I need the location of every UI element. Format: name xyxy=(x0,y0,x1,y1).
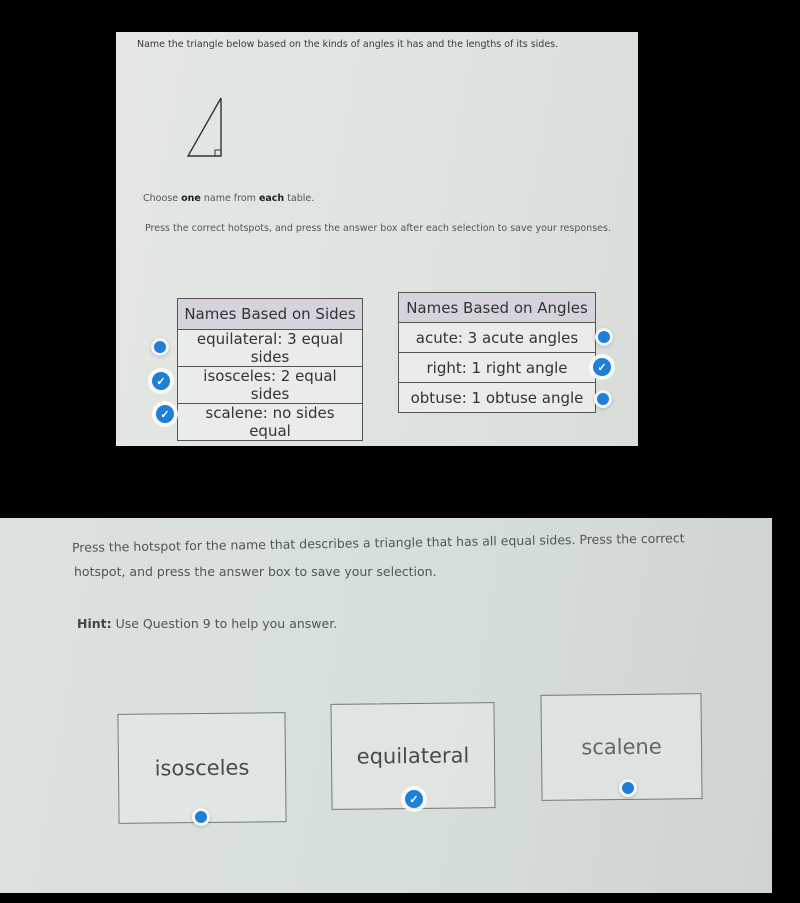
right-triangle-figure xyxy=(186,97,222,157)
choose-text-1: Choose xyxy=(143,193,182,204)
hotspot-acute[interactable] xyxy=(595,328,613,346)
hotspot-q10-scalene[interactable] xyxy=(619,779,637,797)
choose-emphasis-each: each xyxy=(258,193,285,204)
check-icon: ✓ xyxy=(409,793,419,806)
angles-table-header: Names Based on Angles xyxy=(398,292,596,323)
sides-table: Names Based on Sides equilateral: 3 equa… xyxy=(177,298,363,441)
sides-table-header: Names Based on Sides xyxy=(177,298,363,330)
angles-row-obtuse[interactable]: obtuse: 1 obtuse angle xyxy=(398,382,596,413)
angles-row-right[interactable]: right: 1 right angle xyxy=(398,352,596,383)
hotspot-instruction: Press the correct hotspots, and press th… xyxy=(145,223,611,234)
hint-label: Hint: xyxy=(77,616,112,631)
angles-row-acute[interactable]: acute: 3 acute angles xyxy=(398,322,596,353)
angles-table: Names Based on Angles acute: 3 acute ang… xyxy=(398,292,596,413)
hotspot-isosceles[interactable]: ✓ xyxy=(152,372,170,390)
hotspot-equilateral[interactable] xyxy=(151,338,169,356)
choose-text-3: table. xyxy=(284,193,315,204)
answer-label-scalene: scalene xyxy=(581,734,662,760)
hint-text: Use Question 9 to help you answer. xyxy=(111,616,338,631)
hotspot-q10-equilateral[interactable]: ✓ xyxy=(405,790,423,808)
check-icon: ✓ xyxy=(597,361,607,374)
choose-text-2: name from xyxy=(200,193,259,204)
check-icon: ✓ xyxy=(160,408,170,421)
choose-instruction: Choose one name from each table. xyxy=(143,193,314,204)
check-icon: ✓ xyxy=(156,375,166,388)
sides-row-isosceles[interactable]: isosceles: 2 equal sides xyxy=(177,366,363,404)
question-9-prompt: Name the triangle below based on the kin… xyxy=(137,39,559,50)
choose-emphasis-one: one xyxy=(181,193,201,204)
sides-row-equilateral[interactable]: equilateral: 3 equal sides xyxy=(177,329,363,367)
question-10-prompt-line2: hotspot, and press the answer box to sav… xyxy=(74,564,437,579)
hotspot-q10-isosceles[interactable] xyxy=(192,808,210,826)
sides-row-scalene[interactable]: scalene: no sides equal xyxy=(177,403,363,441)
answer-label-equilateral: equilateral xyxy=(356,743,470,769)
hotspot-right[interactable]: ✓ xyxy=(593,358,611,376)
hotspot-scalene[interactable]: ✓ xyxy=(156,405,174,423)
answer-label-isosceles: isosceles xyxy=(154,755,250,781)
hotspot-obtuse[interactable] xyxy=(594,390,612,408)
hint: Hint: Use Question 9 to help you answer. xyxy=(77,616,337,631)
